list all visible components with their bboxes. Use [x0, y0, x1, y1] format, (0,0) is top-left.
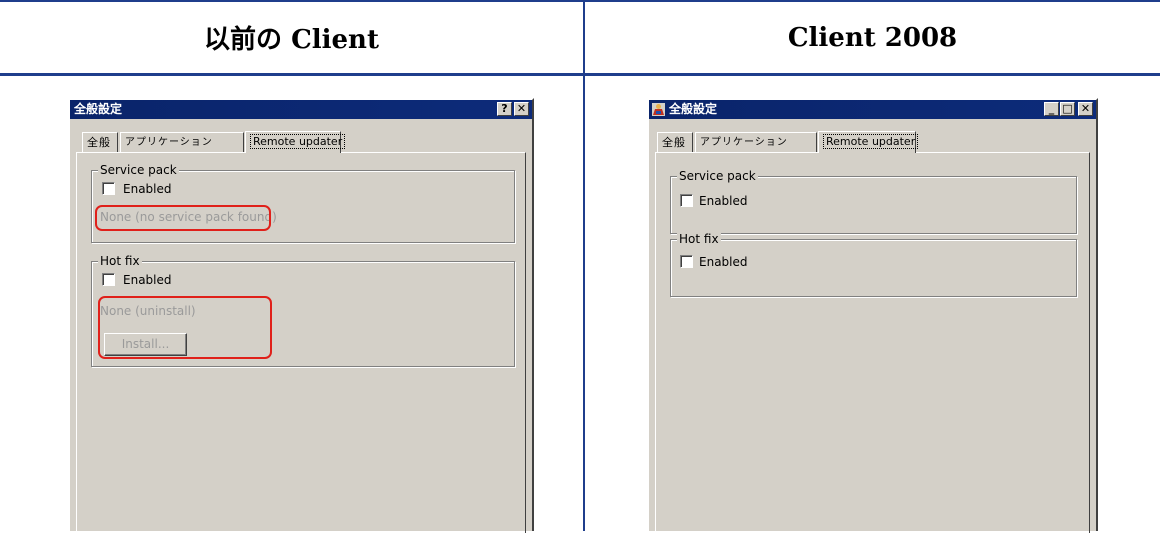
hot-fix-enabled-checkbox[interactable]	[102, 273, 115, 286]
service-pack-enabled-label: Enabled	[699, 194, 748, 208]
service-pack-enabled-checkbox[interactable]	[680, 194, 693, 207]
hot-fix-group: Hot fix Enabled	[670, 232, 1077, 297]
column-header-previous-client: 以前の Client	[204, 25, 379, 55]
hot-fix-enabled-label: Enabled	[123, 273, 172, 287]
settings-dialog-2008: 全般設定 _ □ ✕ 全般 アプリケーション Remote updater Se…	[647, 98, 1098, 533]
app-icon	[652, 103, 665, 116]
tab-remote-updater-label: Remote updater	[823, 134, 919, 149]
hot-fix-enabled-label: Enabled	[699, 255, 748, 269]
highlight-hot-fix-status	[98, 296, 272, 359]
tab-panel-remote-updater: Service pack Enabled None (no service pa…	[76, 152, 526, 533]
hot-fix-legend: Hot fix	[677, 232, 721, 246]
maximize-button[interactable]: □	[1060, 102, 1075, 116]
settings-dialog-previous: 全般設定 ? ✕ 全般 アプリケーション Remote updater Serv…	[68, 98, 534, 533]
service-pack-group: Service pack Enabled	[670, 169, 1077, 234]
minimize-button[interactable]: _	[1044, 102, 1059, 116]
service-pack-enabled-checkbox[interactable]	[102, 182, 115, 195]
tab-general[interactable]: 全般	[82, 132, 118, 152]
table-header-rule	[0, 73, 1160, 76]
service-pack-enabled-label: Enabled	[123, 182, 172, 196]
column-header-client-2008: Client 2008	[787, 22, 958, 53]
tab-remote-updater-label: Remote updater	[250, 134, 346, 149]
tab-applications[interactable]: アプリケーション	[695, 132, 817, 152]
close-button[interactable]: ✕	[514, 102, 529, 116]
dialog-titlebar: 全般設定 _ □ ✕	[649, 100, 1096, 119]
service-pack-legend: Service pack	[677, 169, 758, 183]
highlight-service-pack-status	[95, 205, 271, 231]
service-pack-legend: Service pack	[98, 163, 179, 177]
help-button[interactable]: ?	[497, 102, 512, 116]
hot-fix-legend: Hot fix	[98, 254, 142, 268]
table-column-divider	[583, 0, 585, 531]
tab-panel-remote-updater: Service pack Enabled Hot fix Enabled	[655, 152, 1090, 533]
tab-general[interactable]: 全般	[657, 132, 693, 152]
hot-fix-enabled-checkbox[interactable]	[680, 255, 693, 268]
close-button[interactable]: ✕	[1078, 102, 1093, 116]
dialog-titlebar: 全般設定 ? ✕	[70, 100, 532, 119]
tab-remote-updater[interactable]: Remote updater	[818, 131, 919, 153]
tab-applications[interactable]: アプリケーション	[120, 132, 244, 152]
tab-remote-updater[interactable]: Remote updater	[245, 131, 346, 153]
dialog-title: 全般設定	[669, 102, 718, 116]
dialog-title: 全般設定	[74, 102, 123, 116]
